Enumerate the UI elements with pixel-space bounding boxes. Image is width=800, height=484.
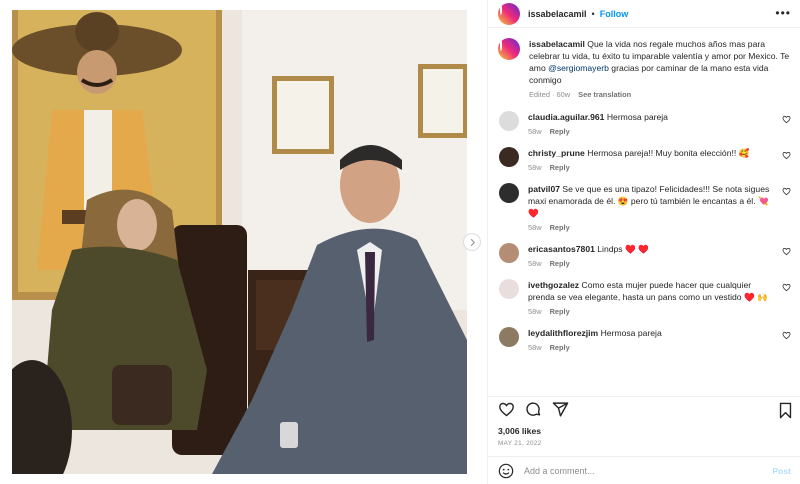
- comment-age: 58w: [528, 223, 542, 232]
- comment-composer: Post: [488, 456, 800, 484]
- comment-row: claudia.aguilar.961 Hermosa pareja 58w Rep…: [498, 111, 791, 136]
- comment-meta: 58w Reply: [528, 343, 780, 352]
- post-side-panel: issabelacamil • Follow ••• issabelacamil…: [487, 0, 800, 484]
- comment-age: 58w: [528, 127, 542, 136]
- commenter-username[interactable]: christy_prune: [528, 148, 585, 158]
- reply-button[interactable]: Reply: [550, 343, 570, 352]
- like-heart-icon[interactable]: [498, 401, 515, 418]
- commenter-avatar[interactable]: [499, 243, 519, 263]
- separator-dot: •: [591, 8, 595, 19]
- post-media: [0, 0, 487, 484]
- commenter-avatar[interactable]: [499, 111, 519, 131]
- follow-button[interactable]: Follow: [600, 9, 629, 19]
- post-date: MAY 21, 2022: [498, 440, 542, 447]
- comments-list[interactable]: issabelacamil Que la vida nos regale muc…: [488, 28, 800, 390]
- comment-row: leydalithflorezjim Hermosa pareja 58w Repl…: [498, 327, 791, 352]
- caption-meta: Edited · 60w See translation: [529, 90, 791, 99]
- reply-button[interactable]: Reply: [550, 259, 570, 268]
- author-avatar[interactable]: [498, 2, 520, 25]
- share-paper-plane-icon[interactable]: [552, 401, 569, 418]
- comment-age: 58w: [528, 163, 542, 172]
- comment-like-heart-icon[interactable]: [782, 247, 791, 256]
- like-count[interactable]: 3,006 likes: [498, 426, 541, 436]
- comment-input[interactable]: [524, 465, 764, 476]
- commenter-username[interactable]: ivethgozalez: [528, 280, 579, 290]
- commenter-avatar[interactable]: [499, 327, 519, 347]
- comment-body: leydalithflorezjim Hermosa pareja 58w Repl…: [528, 327, 780, 352]
- commenter-username[interactable]: claudia.aguilar.961: [528, 112, 604, 122]
- comment-content: Hermosa pareja: [600, 328, 662, 338]
- reply-button[interactable]: Reply: [550, 223, 570, 232]
- reply-button[interactable]: Reply: [550, 127, 570, 136]
- comment-text: ericasantos7801 Lindps ♥️ ♥️: [528, 243, 780, 255]
- post-photo[interactable]: [12, 10, 467, 474]
- reply-button[interactable]: Reply: [550, 307, 570, 316]
- comment-row: patvil07 Se ve que es una tipazo! Felici…: [498, 183, 791, 232]
- comment-like-heart-icon[interactable]: [782, 151, 791, 160]
- comment-content: Se ve que es una tipazo! Felicidades!!! …: [528, 184, 770, 218]
- next-image-button[interactable]: [463, 233, 481, 251]
- post-caption: issabelacamil Que la vida nos regale muc…: [498, 38, 791, 99]
- chevron-right-icon: [470, 238, 475, 246]
- comment-age: 58w: [528, 307, 542, 316]
- commenter-username[interactable]: leydalithflorezjim: [528, 328, 598, 338]
- comment-content: Hermosa pareja!! Muy bonita elección!! 🥰: [587, 148, 750, 158]
- save-bookmark-icon[interactable]: [778, 402, 793, 419]
- commenter-avatar[interactable]: [499, 147, 519, 167]
- comment-meta: 58w Reply: [528, 163, 780, 172]
- comment-text: christy_prune Hermosa pareja!! Muy bonit…: [528, 147, 780, 159]
- caption-mention-link[interactable]: @sergiomayerb: [548, 63, 609, 73]
- caption-body: issabelacamil Que la vida nos regale muc…: [529, 38, 791, 99]
- comment-content: Hermosa pareja: [606, 112, 668, 122]
- caption-text: issabelacamil Que la vida nos regale muc…: [529, 38, 791, 86]
- reply-button[interactable]: Reply: [550, 163, 570, 172]
- comment-text: ivethgozalez Como esta mujer puede hacer…: [528, 279, 780, 303]
- action-bar: [488, 396, 800, 422]
- emoji-smiley-icon[interactable]: [498, 463, 514, 479]
- more-options-icon[interactable]: •••: [775, 7, 791, 19]
- comment-meta: 58w Reply: [528, 307, 780, 316]
- commenter-username[interactable]: patvil07: [528, 184, 560, 194]
- comment-content: Lindps ♥️ ♥️: [597, 244, 649, 254]
- comment-like-heart-icon[interactable]: [782, 331, 791, 340]
- comment-row: ivethgozalez Como esta mujer puede hacer…: [498, 279, 791, 316]
- comment-meta: 58w Reply: [528, 223, 780, 232]
- post-header: issabelacamil • Follow •••: [488, 0, 800, 28]
- see-translation-link[interactable]: See translation: [578, 90, 631, 99]
- comment-row: ericasantos7801 Lindps ♥️ ♥️ 58w Reply: [498, 243, 791, 268]
- comment-items: claudia.aguilar.961 Hermosa pareja 58w Rep…: [498, 111, 791, 352]
- comment-age: 58w: [528, 343, 542, 352]
- photo-illustration: [12, 10, 467, 474]
- commenter-avatar[interactable]: [499, 279, 519, 299]
- comment-body: christy_prune Hermosa pareja!! Muy bonit…: [528, 147, 780, 172]
- comment-meta: 58w Reply: [528, 259, 780, 268]
- comment-text: claudia.aguilar.961 Hermosa pareja: [528, 111, 780, 123]
- comment-body: patvil07 Se ve que es una tipazo! Felici…: [528, 183, 780, 232]
- comment-body: ivethgozalez Como esta mujer puede hacer…: [528, 279, 780, 316]
- comment-text: leydalithflorezjim Hermosa pareja: [528, 327, 780, 339]
- caption-edited-time: Edited · 60w: [529, 90, 571, 99]
- post-comment-button[interactable]: Post: [772, 466, 791, 476]
- comment-like-heart-icon[interactable]: [782, 283, 791, 292]
- comment-like-heart-icon[interactable]: [782, 187, 791, 196]
- caption-username[interactable]: issabelacamil: [529, 39, 585, 49]
- comment-body: claudia.aguilar.961 Hermosa pareja 58w Rep…: [528, 111, 780, 136]
- caption-avatar[interactable]: [498, 38, 520, 60]
- comment-row: christy_prune Hermosa pareja!! Muy bonit…: [498, 147, 791, 172]
- comment-bubble-icon[interactable]: [525, 401, 542, 418]
- comment-meta: 58w Reply: [528, 127, 780, 136]
- comment-text: patvil07 Se ve que es una tipazo! Felici…: [528, 183, 780, 219]
- comment-body: ericasantos7801 Lindps ♥️ ♥️ 58w Reply: [528, 243, 780, 268]
- commenter-username[interactable]: ericasantos7801: [528, 244, 595, 254]
- comment-like-heart-icon[interactable]: [782, 115, 791, 124]
- comment-age: 58w: [528, 259, 542, 268]
- author-username[interactable]: issabelacamil: [528, 9, 587, 19]
- commenter-avatar[interactable]: [499, 183, 519, 203]
